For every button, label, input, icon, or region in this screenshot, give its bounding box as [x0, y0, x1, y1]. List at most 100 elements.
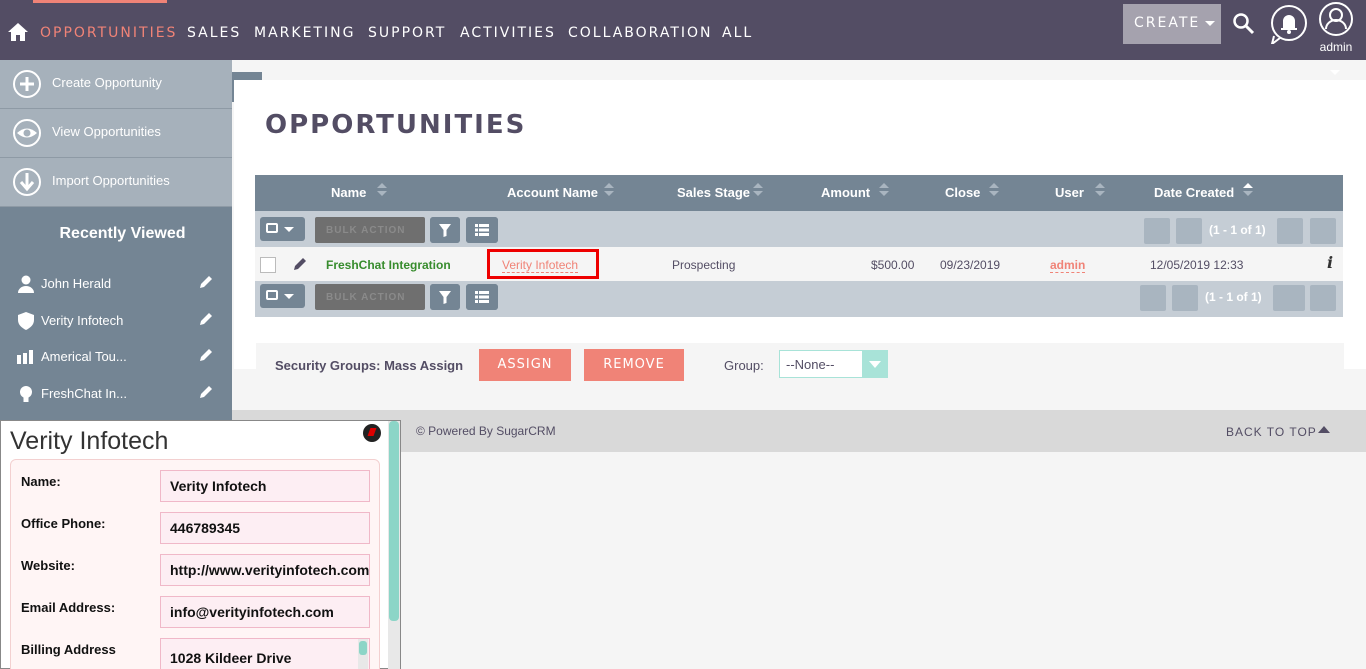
nav-support[interactable]: SUPPORT — [368, 25, 446, 41]
sort-active-icon[interactable] — [1243, 183, 1253, 199]
row-checkbox[interactable] — [260, 257, 276, 273]
nav-activities[interactable]: ACTIVITIES — [460, 25, 556, 41]
user-avatar-icon[interactable] — [1318, 1, 1354, 37]
lightbulb-icon — [20, 386, 32, 402]
edit-pencil-icon[interactable] — [292, 256, 308, 272]
recent-item-verity-infotech[interactable]: Verity Infotech — [0, 303, 232, 339]
checkbox-icon — [266, 290, 278, 300]
security-groups-bar: Security Groups: Mass Assign ASSIGN REMO… — [256, 343, 1344, 387]
arrow-up-icon — [1318, 426, 1330, 433]
popup-title: Verity Infotech — [10, 427, 169, 455]
sort-icon[interactable] — [1095, 183, 1105, 199]
remove-button[interactable]: REMOVE — [584, 349, 684, 381]
sales-stage-cell: Prospecting — [672, 258, 736, 272]
email-field[interactable]: info@verityinfotech.com — [160, 596, 370, 628]
create-button[interactable]: CREATE — [1123, 4, 1221, 44]
sort-icon[interactable] — [753, 183, 763, 199]
next-page-button[interactable] — [1277, 218, 1303, 244]
recent-item-americal-tou[interactable]: Americal Tou... — [0, 339, 232, 375]
footer: © Powered By SugarCRM BACK TO TOP — [232, 410, 1366, 452]
billing-address-field[interactable]: 1028 Kildeer Drive — [160, 638, 370, 669]
create-label: CREATE — [1134, 15, 1201, 31]
edit-pencil-icon[interactable] — [198, 384, 214, 400]
sort-icon[interactable] — [989, 183, 999, 199]
pagination-text: (1 - 1 of 1) — [1209, 223, 1266, 237]
nav-sales[interactable]: SALES — [187, 25, 241, 41]
powered-by-link[interactable]: © Powered By SugarCRM — [416, 424, 556, 438]
col-header-amount[interactable]: Amount — [821, 185, 870, 200]
col-header-close[interactable]: Close — [945, 185, 980, 200]
info-icon[interactable]: i — [1327, 253, 1333, 272]
website-field[interactable]: http://www.verityinfotech.com — [160, 554, 370, 586]
opportunity-name-link[interactable]: FreshChat Integration — [326, 258, 451, 272]
group-select[interactable]: --None-- — [779, 350, 888, 378]
recent-item-john-herald[interactable]: John Herald — [0, 266, 232, 302]
filter-icon[interactable] — [430, 217, 460, 243]
nav-opportunities[interactable]: OPPORTUNITIES — [40, 25, 177, 41]
notifications-bell-icon[interactable] — [1270, 4, 1308, 44]
search-icon[interactable] — [1232, 12, 1256, 36]
scrollbar[interactable] — [358, 639, 368, 669]
chevron-down-icon — [284, 227, 294, 232]
select-all-dropdown[interactable] — [260, 217, 305, 241]
sidebar-import-opportunities[interactable]: Import Opportunities — [0, 158, 232, 207]
back-to-top-link[interactable]: BACK TO TOP — [1226, 425, 1317, 439]
recent-item-label: John Herald — [41, 276, 112, 291]
last-page-button[interactable] — [1310, 218, 1336, 244]
col-header-name[interactable]: Name — [331, 185, 366, 200]
eye-icon — [13, 119, 41, 147]
col-header-sales-stage[interactable]: Sales Stage — [677, 185, 750, 200]
sidebar-view-opportunities[interactable]: View Opportunities — [0, 109, 232, 158]
edit-pencil-icon[interactable] — [198, 311, 214, 327]
chevron-down-icon — [284, 294, 294, 299]
sort-icon[interactable] — [604, 183, 614, 199]
recent-item-label: FreshChat In... — [41, 386, 127, 401]
col-header-account-name[interactable]: Account Name — [507, 185, 598, 200]
column-chooser-icon[interactable] — [466, 284, 498, 310]
next-page-button[interactable] — [1273, 285, 1305, 311]
scrollbar-thumb[interactable] — [389, 421, 399, 621]
select-all-dropdown[interactable] — [260, 284, 305, 308]
name-field[interactable]: Verity Infotech — [160, 470, 370, 502]
security-groups-label: Security Groups: Mass Assign — [275, 358, 464, 373]
assigned-user-link[interactable]: admin — [1050, 258, 1086, 273]
nav-all[interactable]: ALL — [722, 25, 753, 41]
nav-marketing[interactable]: MARKETING — [254, 25, 355, 41]
recent-item-freshchat[interactable]: FreshChat In... — [0, 376, 232, 412]
table-row[interactable]: FreshChat Integration Verity Infotech Pr… — [255, 247, 1343, 281]
page-title: OPPORTUNITIES — [265, 110, 527, 140]
bulk-action-button[interactable]: BULK ACTION — [315, 217, 425, 243]
first-page-button[interactable] — [1144, 218, 1170, 244]
col-header-user[interactable]: User — [1055, 185, 1084, 200]
recently-viewed-title: Recently Viewed — [59, 225, 186, 242]
date-created-cell: 12/05/2019 12:33 — [1150, 258, 1244, 272]
plus-icon — [13, 70, 41, 98]
prev-page-button[interactable] — [1176, 218, 1202, 244]
column-chooser-icon[interactable] — [466, 217, 498, 243]
sidebar-create-opportunity[interactable]: Create Opportunity — [0, 60, 232, 109]
bulk-action-button[interactable]: BULK ACTION — [315, 284, 425, 310]
user-name-label[interactable]: admin — [1318, 40, 1354, 54]
list-view-table: Name Account Name Sales Stage Amount Clo… — [255, 175, 1343, 317]
sidebar-action-label: Create Opportunity — [52, 75, 162, 90]
list-toolbar-bottom: BULK ACTION (1 - 1 of 1) — [255, 278, 1343, 314]
assign-button[interactable]: ASSIGN — [479, 349, 571, 381]
contact-icon — [18, 275, 34, 293]
edit-pencil-icon[interactable] — [198, 347, 214, 363]
edit-pencil-icon[interactable] — [198, 274, 214, 290]
last-page-button[interactable] — [1310, 285, 1336, 311]
col-header-date-created[interactable]: Date Created — [1154, 185, 1234, 200]
popup-fields: Name: Verity Infotech Office Phone: 4467… — [10, 459, 380, 669]
popup-scrollbar[interactable] — [388, 421, 400, 669]
nav-collaboration[interactable]: COLLABORATION — [568, 25, 713, 41]
sort-icon[interactable] — [377, 183, 387, 199]
home-icon[interactable] — [6, 20, 30, 44]
office-phone-field[interactable]: 446789345 — [160, 512, 370, 544]
sort-icon[interactable] — [879, 183, 889, 199]
first-page-button[interactable] — [1140, 285, 1166, 311]
table-header: Name Account Name Sales Stage Amount Clo… — [255, 175, 1343, 211]
prev-page-button[interactable] — [1172, 285, 1198, 311]
account-info-popup: Verity Infotech Name: Verity Infotech Of… — [0, 420, 401, 669]
close-icon[interactable] — [363, 424, 381, 442]
filter-icon[interactable] — [430, 284, 460, 310]
